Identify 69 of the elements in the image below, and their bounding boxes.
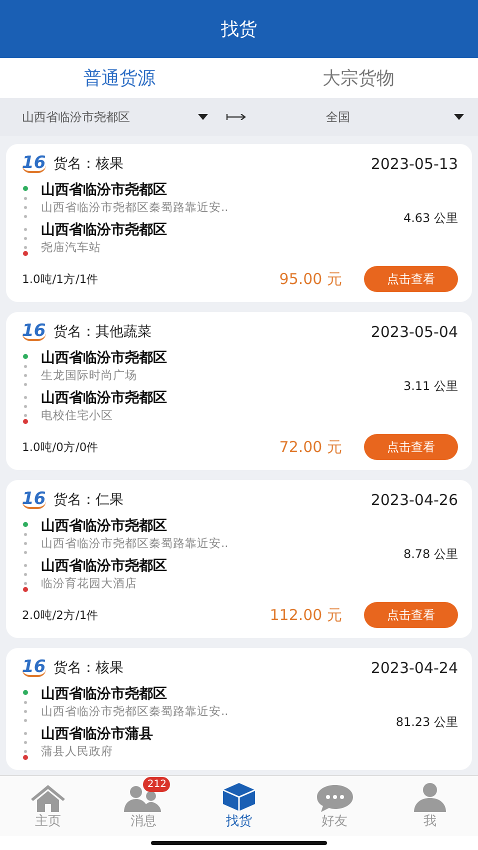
stop-city: 山西省临汾市尧都区 [41,388,167,408]
distance: 3.11 公里 [403,378,458,394]
view-button[interactable]: 点击查看 [364,266,458,292]
stop-city: 山西省临汾市尧都区 [41,348,167,368]
stop-dot [23,522,28,527]
caret-icon [454,114,464,120]
stop-dot [23,251,28,256]
stop-dot [23,690,28,695]
box-icon [222,782,256,812]
price: 72.00 元 [279,438,342,456]
stop-address: 尧庙汽车站 [41,240,102,255]
cargo-card[interactable]: 16 货名：其他蔬菜 2023-05-04 山西省临汾市尧都区 生龙国际时尚广场 山西省临汾市尧都区 电校住宅小区 3.11 公里 1.0吨/0方/0件 72.00 元 点击查看 [6,312,472,470]
stop-city: 山西省临汾市尧都区 [41,516,168,536]
cargo-card[interactable]: 16 货名：核果 2023-05-13 山西省临汾市尧都区 山西省临汾市尧都区秦蜀路靠近安.. 山西省临汾市尧都区 尧庙汽车站 4.63 公里 1.0吨/1方/1件 95.00 元 点击查看 [6,144,472,302]
price: 112.00 元 [270,606,342,624]
cargo-name: 货名：仁果 [54,491,124,509]
home-icon [30,784,66,812]
caret-icon [198,114,208,120]
person-icon [413,782,448,812]
view-button[interactable]: 点击查看 [364,602,458,628]
logo: 16 [22,155,46,173]
stop-city: 山西省临汾市尧都区 [41,180,168,200]
stop-address: 山西省临汾市尧都区秦蜀路靠近安.. [41,200,228,215]
stop-city: 山西省临汾市尧都区 [41,220,167,240]
unread-badge: 212 [143,777,170,792]
nav-tab[interactable]: 好友 [286,776,382,836]
nav-tab[interactable]: 主页 [0,776,96,836]
stop-dot [23,419,28,424]
origin-dropdown[interactable]: 山西省临汾市尧都区 [22,108,208,126]
destination-dropdown[interactable]: 全国 [264,108,464,126]
chat-icon [316,784,354,812]
stop-city: 山西省临汾市尧都区 [41,556,167,576]
distance: 81.23 公里 [396,714,458,730]
price: 95.00 元 [279,270,342,288]
stop-dot [23,755,28,760]
cargo-card[interactable]: 16 货名：核果 2023-04-24 山西省临汾市尧都区 山西省临汾市尧都区秦蜀路靠近安.. 山西省临汾市蒲县 蒲县人民政府 81.23 公里 [6,648,472,770]
cargo-name: 货名：核果 [54,659,124,677]
stop-address: 临汾育花园大酒店 [41,576,138,591]
stop-city: 山西省临汾市尧都区 [41,684,168,704]
nav-tab[interactable]: 212 消息 [96,776,192,836]
cargo-specs: 1.0吨/1方/1件 [22,272,100,286]
stop-city: 山西省临汾市蒲县 [41,724,153,744]
stop-dot [23,587,28,592]
distance: 8.78 公里 [403,546,458,562]
stop-address: 电校住宅小区 [41,408,114,423]
stop-address: 生龙国际时尚广场 [41,368,138,383]
cargo-specs: 2.0吨/2方/1件 [22,608,100,622]
distance: 4.63 公里 [403,210,458,226]
cargo-date: 2023-04-26 [370,491,458,509]
cargo-name: 货名：核果 [54,155,124,173]
nav-tab[interactable]: 找货 [191,776,287,836]
logo: 16 [22,659,46,677]
cargo-date: 2023-04-24 [370,659,458,677]
page-title: 找货 [221,18,257,41]
stop-dot [23,186,28,191]
stop-address: 山西省临汾市尧都区秦蜀路靠近安.. [41,704,228,719]
stop-address: 山西省临汾市尧都区秦蜀路靠近安.. [41,536,228,551]
route-arrow-icon [226,114,246,120]
stop-address: 蒲县人民政府 [41,744,114,759]
cargo-date: 2023-05-13 [370,155,458,173]
logo: 16 [22,491,46,509]
logo: 16 [22,323,46,341]
cargo-card[interactable]: 16 货名：仁果 2023-04-26 山西省临汾市尧都区 山西省临汾市尧都区秦蜀路靠近安.. 山西省临汾市尧都区 临汾育花园大酒店 8.78 公里 2.0吨/2方/1件 112.00 元 点击查看 [6,480,472,638]
cargo-name: 货名：其他蔬菜 [54,323,152,341]
cargo-date: 2023-05-04 [370,323,458,341]
stop-dot [23,354,28,359]
nav-tab[interactable]: 我 [382,776,478,836]
view-button[interactable]: 点击查看 [364,434,458,460]
cargo-specs: 1.0吨/0方/0件 [22,440,100,454]
